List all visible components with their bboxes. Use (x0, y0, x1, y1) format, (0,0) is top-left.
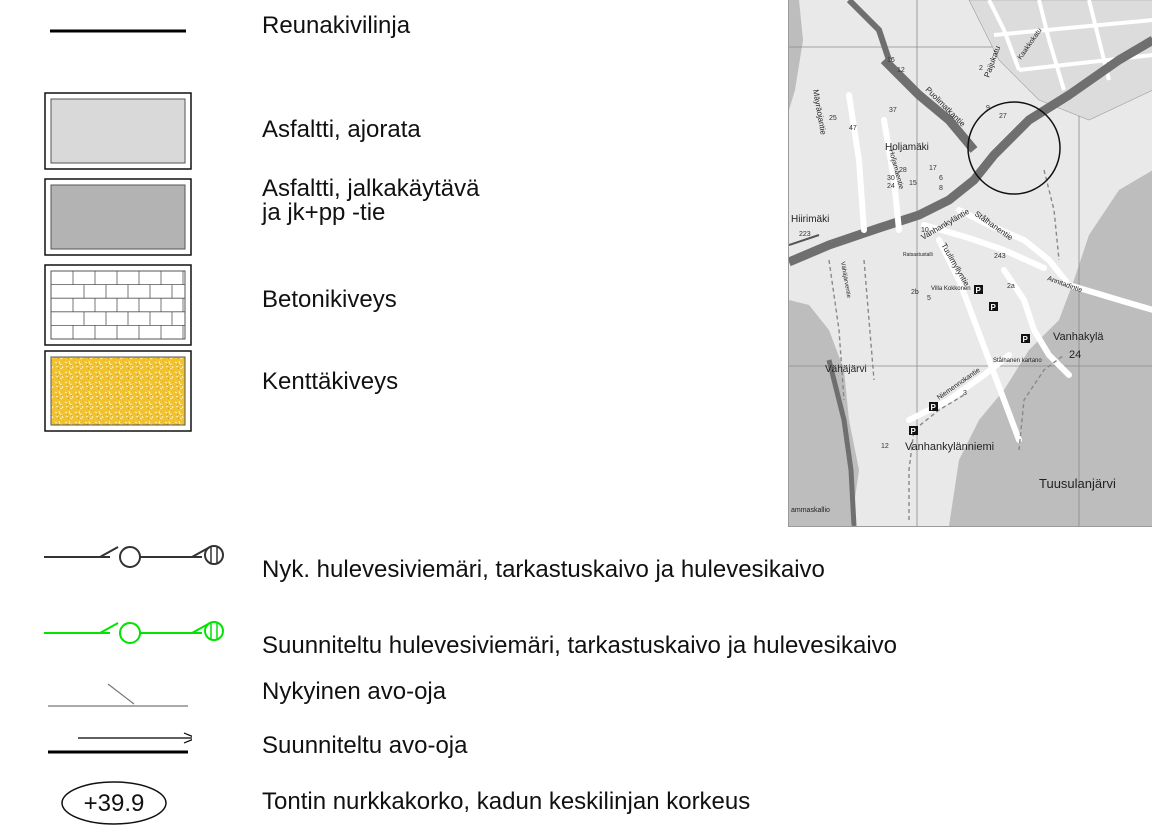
field-stone-swatch (44, 350, 192, 432)
map-house-number: 6 (939, 175, 943, 182)
map-house-number: 12 (897, 67, 905, 74)
planned-open-ditch-symbol (48, 732, 192, 754)
legend-label-asphalt-road: Asfaltti, ajorata (262, 116, 421, 143)
map-house-number: 25 (829, 115, 837, 122)
map-house-number: 243 (994, 253, 1006, 260)
location-map: Holjamäki Hiirimäki Vähäjärvi Vanhakylä … (788, 0, 1152, 527)
asphalt-walkway-swatch (44, 178, 192, 256)
map-house-number: 10 (921, 227, 929, 234)
map-label-vanhakyla-num: 24 (1069, 349, 1081, 361)
legend-label-curb-line: Reunakivilinja (262, 12, 411, 39)
map-label-ammaskallio: ammaskallio (791, 507, 830, 514)
map-house-number: 12 (881, 443, 889, 450)
map-house-number: 2 (979, 65, 983, 72)
map-label-vanhakyla: Vanhakylä (1053, 331, 1104, 343)
map-house-number: 30 (887, 175, 895, 182)
legend-label-planned-storm-sewer: Suunniteltu hulevesiviemäri, tarkastuska… (262, 632, 897, 659)
svg-text:P: P (991, 303, 997, 312)
map-house-number: 24 (887, 183, 895, 190)
corner-elevation-symbol: +39.9 (61, 781, 167, 825)
map-house-number: 37 (889, 107, 897, 114)
map-house-number: 2b (911, 289, 919, 296)
map-house-number: 28 (899, 167, 907, 174)
asphalt-road-swatch (44, 92, 192, 170)
asphalt-road-fill (50, 98, 186, 164)
map-house-number: 5 (927, 295, 931, 302)
legend-label-concrete-paving: Betonikiveys (262, 286, 397, 313)
corner-elevation-value: +39.9 (84, 790, 145, 817)
map-label-tuusulanjarvi: Tuusulanjärvi (1039, 476, 1116, 491)
map-house-number: 17 (929, 165, 937, 172)
map-house-number: 15 (909, 180, 917, 187)
legend-label-field-stone: Kenttäkiveys (262, 368, 399, 395)
map-house-number: 16 (887, 57, 895, 64)
legend-label-asphalt-walkway-line2: ja jk+pp -tie (262, 199, 386, 226)
street-stalhanen-kartano: Stålhanen kartano (993, 357, 1042, 364)
map-label-vahajarvi: Vähäjärvi (825, 364, 867, 375)
field-stone-fill (50, 356, 186, 426)
curb-line-symbol (50, 29, 186, 33)
existing-open-ditch-symbol (48, 683, 188, 707)
planned-storm-sewer-symbol (44, 621, 224, 644)
existing-storm-sewer-symbol (44, 545, 224, 568)
map-house-number: 2a (1007, 283, 1015, 290)
legend-label-corner-elevation: Tontin nurkkakorko, kadun keskilinjan ko… (262, 788, 751, 815)
map-house-number: 27 (999, 113, 1007, 120)
map-house-number: 8 (939, 185, 943, 192)
legend-label-planned-open-ditch: Suunniteltu avo-oja (262, 732, 468, 759)
map-label-villa-kokkonen: Villa Kokkonen (931, 286, 971, 292)
legend-label-existing-open-ditch: Nykyinen avo-oja (262, 678, 447, 705)
asphalt-walkway-fill (50, 184, 186, 250)
svg-text:P: P (1023, 335, 1029, 344)
map-label-ratsastustalli: Ratsastustalli (903, 252, 933, 258)
legend-label-existing-storm-sewer: Nyk. hulevesiviemäri, tarkastuskaivo ja … (262, 556, 825, 583)
map-house-number: 223 (799, 231, 811, 238)
map-label-vanhakylanniemi: Vanhankylänniemi (905, 441, 994, 453)
svg-text:P: P (976, 286, 982, 295)
map-label-hiirimaki: Hiirimäki (791, 214, 829, 225)
map-house-number: 47 (849, 125, 857, 132)
concrete-paving-swatch (44, 264, 192, 346)
svg-text:P: P (911, 427, 917, 436)
svg-text:P: P (931, 403, 937, 412)
map-house-number: 3 (963, 390, 967, 397)
map-house-number: 9 (986, 105, 990, 112)
